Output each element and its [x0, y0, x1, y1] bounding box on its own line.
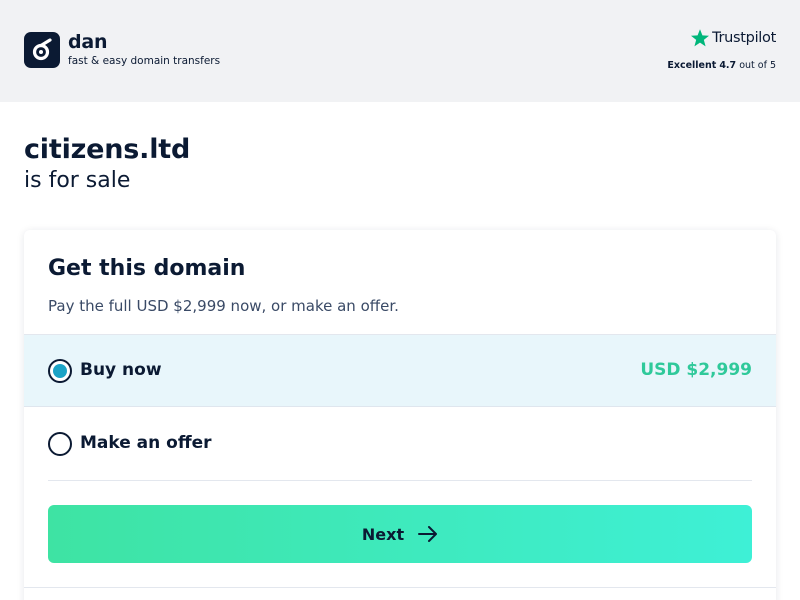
next-button-label: Next — [361, 524, 405, 544]
rating-value: 4.7 — [719, 60, 737, 71]
make-offer-radio[interactable] — [48, 432, 72, 456]
buy-now-radio[interactable] — [48, 359, 72, 383]
card-title: Get this domain — [48, 256, 246, 281]
brand-tagline: fast & easy domain transfers — [68, 55, 221, 67]
next-button[interactable]: Next — [48, 505, 752, 563]
site-header: dan fast & easy domain transfers Trustpi… — [0, 0, 800, 102]
trustpilot-name: Trustpilot — [712, 30, 776, 46]
purchase-card: Get this domain Pay the full USD $2,999 … — [24, 230, 776, 600]
buy-now-label: Buy now — [80, 360, 162, 380]
divider — [24, 587, 776, 588]
trustpilot-rating: Excellent 4.7 out of 5 — [667, 60, 776, 71]
sale-status: is for sale — [24, 168, 131, 193]
trustpilot-widget[interactable]: Trustpilot Excellent 4.7 out of 5 — [667, 28, 776, 71]
make-offer-label: Make an offer — [80, 433, 212, 453]
divider — [48, 480, 752, 481]
buy-now-price: USD $2,999 — [640, 360, 752, 380]
brand-name[interactable]: dan — [68, 31, 108, 53]
arrow-right-icon — [418, 526, 438, 542]
star-icon — [691, 29, 710, 47]
domain-name: citizens.ltd — [24, 134, 191, 165]
trustpilot-logo: Trustpilot — [690, 28, 776, 48]
rating-suffix: out of 5 — [739, 60, 776, 71]
card-subtitle: Pay the full USD $2,999 now, or make an … — [48, 297, 399, 315]
dan-logo-icon[interactable] — [24, 32, 60, 68]
option-buy-now[interactable]: Buy now USD $2,999 — [24, 335, 776, 407]
rating-word: Excellent — [667, 60, 717, 71]
option-make-offer[interactable]: Make an offer — [24, 408, 776, 480]
